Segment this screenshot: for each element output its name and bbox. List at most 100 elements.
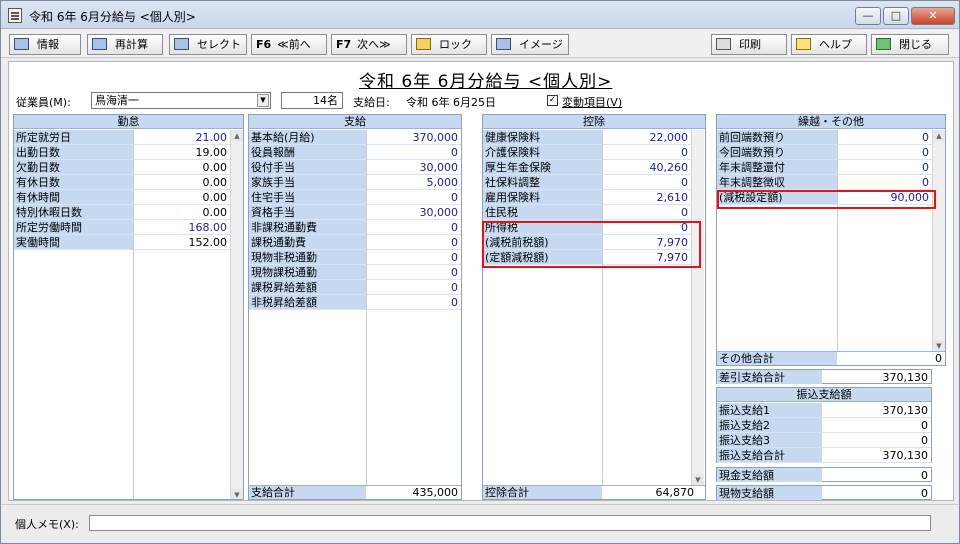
scroll-up-icon[interactable]: ▲ [933,130,945,142]
payment-row[interactable]: 非課税通勤費 0 [249,220,461,235]
payment-value[interactable]: 0 [366,220,461,234]
close-button[interactable]: 閉じる [871,34,949,55]
deduction-panel: 控除 健康保険料 22,000 介護保険料 0 厚生年金保険 40,260 社保料調整 0 雇用… [482,114,706,500]
attendance-value[interactable]: 21.00 [133,130,230,144]
payment-row[interactable]: 現物課税通勤 0 [249,265,461,280]
deduction-value[interactable]: 2,610 [602,190,691,204]
variable-items-label[interactable]: 変動項目(V) [562,94,622,110]
deduction-total-value: 64,870 [655,486,695,499]
transfer-row[interactable]: 振込支給1 370,130 [717,403,931,418]
payment-value[interactable]: 0 [366,250,461,264]
attendance-value[interactable]: 152.00 [133,235,230,249]
attendance-row[interactable]: 所定労働時間 168.00 [14,220,230,235]
carryover-value[interactable]: 0 [837,130,932,144]
deduction-row[interactable]: 雇用保険料 2,610 [483,190,691,205]
attendance-value[interactable]: 0.00 [133,160,230,174]
attendance-value[interactable]: 0.00 [133,205,230,219]
prev-button[interactable]: F6 ≪前へ [251,34,327,55]
transfer-row[interactable]: 振込支給3 0 [717,433,931,448]
help-button[interactable]: ヘルプ [791,34,867,55]
attendance-row[interactable]: 有休日数 0.00 [14,175,230,190]
help-icon [796,38,811,50]
payment-row[interactable]: 基本給(月給) 370,000 [249,130,461,145]
deduction-scrollbar[interactable]: ▼ [691,130,704,486]
transfer-value[interactable]: 0 [822,433,931,447]
carryover-row[interactable]: 今回端数預り 0 [717,145,932,160]
employee-select[interactable]: 鳥海清一 ▼ [91,92,271,109]
payment-row[interactable]: 資格手当 30,000 [249,205,461,220]
payment-value[interactable]: 0 [366,145,461,159]
close-window-icon[interactable]: ✕ [911,7,955,25]
payment-row[interactable]: 役付手当 30,000 [249,160,461,175]
scroll-down-icon[interactable]: ▼ [231,489,243,499]
attendance-row[interactable]: 有休時間 0.00 [14,190,230,205]
deduction-value[interactable]: 0 [602,175,691,189]
deduction-row[interactable]: 健康保険料 22,000 [483,130,691,145]
attendance-value[interactable]: 19.00 [133,145,230,159]
next-button[interactable]: F7 次へ≫ [331,34,407,55]
minimize-icon[interactable]: — [855,7,881,25]
image-button[interactable]: イメージ [491,34,569,55]
print-button[interactable]: 印刷 [711,34,787,55]
carryover-row[interactable]: 年末調整還付 0 [717,160,932,175]
payment-value[interactable]: 5,000 [366,175,461,189]
deduction-row[interactable]: 厚生年金保険 40,260 [483,160,691,175]
attendance-row[interactable]: 特別休暇日数 0.00 [14,205,230,220]
attendance-row[interactable]: 出勤日数 19.00 [14,145,230,160]
deduction-value[interactable]: 0 [602,205,691,219]
payment-row[interactable]: 課税通勤費 0 [249,235,461,250]
carryover-value[interactable]: 0 [837,175,932,189]
deduction-value[interactable]: 22,000 [602,130,691,144]
deduction-value[interactable]: 40,260 [602,160,691,174]
carryover-row[interactable]: 前回端数預り 0 [717,130,932,145]
payment-row[interactable]: 非税昇給差額 0 [249,295,461,310]
payment-value[interactable]: 0 [366,295,461,309]
select-icon [174,38,189,50]
deduction-row[interactable]: 社保料調整 0 [483,175,691,190]
payment-row[interactable]: 住宅手当 0 [249,190,461,205]
scroll-up-icon[interactable]: ▲ [231,130,243,142]
info-button[interactable]: 情報 [9,34,81,55]
payment-value[interactable]: 30,000 [366,160,461,174]
carryover-row[interactable]: 年末調整徴収 0 [717,175,932,190]
carryover-value[interactable]: 0 [837,160,932,174]
payment-value[interactable]: 370,000 [366,130,461,144]
deduction-row[interactable]: 住民税 0 [483,205,691,220]
payment-row[interactable]: 役員報酬 0 [249,145,461,160]
variable-items-checkbox[interactable]: ✓ [547,95,558,106]
lock-button[interactable]: ロック [411,34,487,55]
deduction-value[interactable]: 0 [602,145,691,159]
payment-row[interactable]: 課税昇給差額 0 [249,280,461,295]
attendance-value[interactable]: 0.00 [133,175,230,189]
attendance-scrollbar[interactable]: ▲ ▼ [230,130,243,499]
payment-row[interactable]: 現物非税通勤 0 [249,250,461,265]
transfer-row[interactable]: 振込支給合計 370,130 [717,448,931,463]
memo-input[interactable] [89,515,931,531]
attendance-row[interactable]: 欠勤日数 0.00 [14,160,230,175]
payment-value[interactable]: 0 [366,235,461,249]
attendance-row[interactable]: 実働時間 152.00 [14,235,230,250]
maximize-icon[interactable]: □ [883,7,909,25]
select-button[interactable]: セレクト [169,34,247,55]
payment-value[interactable]: 0 [366,280,461,294]
transfer-value[interactable]: 0 [822,418,931,432]
memo-label: 個人メモ(X): [15,518,79,531]
attendance-value[interactable]: 168.00 [133,220,230,234]
select-label: セレクト [197,38,241,51]
transfer-row[interactable]: 振込支給2 0 [717,418,931,433]
payment-value[interactable]: 30,000 [366,205,461,219]
payment-label: 家族手当 [249,175,366,189]
payment-value[interactable]: 0 [366,190,461,204]
attendance-row[interactable]: 所定就労日 21.00 [14,130,230,145]
deduction-row[interactable]: 介護保険料 0 [483,145,691,160]
inkind-pay-label: 現物支給額 [717,486,822,500]
payment-row[interactable]: 家族手当 5,000 [249,175,461,190]
carryover-scrollbar[interactable]: ▲ ▼ [932,130,945,352]
attendance-value[interactable]: 0.00 [133,190,230,204]
payment-value[interactable]: 0 [366,265,461,279]
dropdown-icon[interactable]: ▼ [257,94,269,107]
transfer-value[interactable]: 370,130 [822,448,931,462]
recalc-button[interactable]: 再計算 [87,34,163,55]
transfer-value[interactable]: 370,130 [822,403,931,417]
carryover-value[interactable]: 0 [837,145,932,159]
